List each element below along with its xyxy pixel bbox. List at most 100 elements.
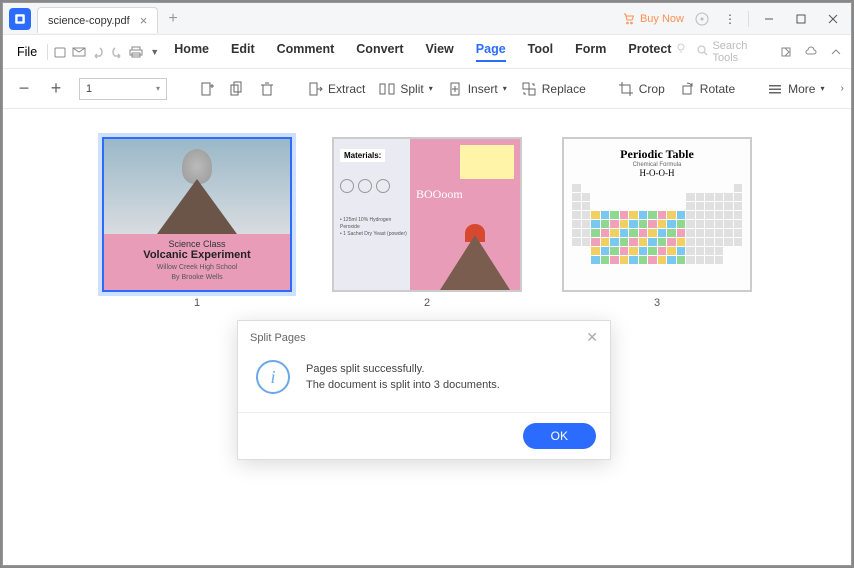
thumb-label-2: 2 xyxy=(424,297,430,309)
split-label: Split xyxy=(400,82,423,96)
mail-icon[interactable] xyxy=(71,44,86,60)
ok-button[interactable]: OK xyxy=(523,423,596,449)
tab-protect[interactable]: Protect xyxy=(628,42,671,62)
dialog-body: i Pages split successfully. The document… xyxy=(238,352,610,413)
rotate-icon xyxy=(679,81,695,97)
buy-now-label: Buy Now xyxy=(640,13,684,25)
more-icon xyxy=(767,81,783,97)
chevron-down-icon: ▾ xyxy=(429,84,433,93)
divider xyxy=(47,44,48,60)
delete-page-icon[interactable] xyxy=(259,81,275,97)
crop-icon xyxy=(618,81,634,97)
search-tools-label: Search Tools xyxy=(712,40,769,64)
tab-view[interactable]: View xyxy=(426,42,454,62)
document-tab[interactable]: science-copy.pdf × xyxy=(37,7,158,33)
thumb1-line1: Science Class xyxy=(109,239,285,249)
app-icon xyxy=(9,8,31,30)
page-thumbnail-1[interactable]: Science Class Volcanic Experiment Willow… xyxy=(102,137,292,292)
replace-button[interactable]: Replace xyxy=(521,81,586,97)
replace-icon xyxy=(521,81,537,97)
print-icon[interactable] xyxy=(128,44,143,60)
zoom-in-button[interactable]: + xyxy=(47,78,65,99)
dialog-line1: Pages split successfully. xyxy=(306,361,500,378)
chevron-down-icon: ▾ xyxy=(503,84,507,93)
buy-now-link[interactable]: Buy Now xyxy=(621,11,684,27)
tab-page[interactable]: Page xyxy=(476,42,506,62)
dialog-close-button[interactable]: ✕ xyxy=(586,329,598,346)
tab-close-icon[interactable]: × xyxy=(140,13,148,28)
maximize-button[interactable] xyxy=(789,7,813,31)
extract-label: Extract xyxy=(328,82,365,96)
menubar-right: Search Tools xyxy=(675,40,843,64)
cart-icon xyxy=(621,11,637,27)
periodic-formula: H-O-O-H xyxy=(572,168,742,178)
chevron-down-icon: ▾ xyxy=(156,84,160,93)
minimize-button[interactable] xyxy=(757,7,781,31)
search-icon xyxy=(697,45,708,59)
replace-label: Replace xyxy=(542,82,586,96)
ingredient-2: • 1 Sachet Dry Yeast (powder) xyxy=(340,231,408,238)
menu-tabs: Home Edit Comment Convert View Page Tool… xyxy=(174,42,671,62)
menubar: File ▼ Home Edit Comment Convert View Pa… xyxy=(3,35,851,69)
more-button[interactable]: More ▾ xyxy=(767,81,824,97)
collapse-icon[interactable] xyxy=(828,44,843,60)
file-menu[interactable]: File xyxy=(11,41,43,63)
rotate-label: Rotate xyxy=(700,82,735,96)
tab-edit[interactable]: Edit xyxy=(231,42,255,62)
insert-page-icon[interactable] xyxy=(199,81,215,97)
page-toolbar: − + 1 ▾ Extract Split ▾ xyxy=(3,69,851,109)
undo-icon[interactable] xyxy=(90,44,105,60)
thumb1-line2: Volcanic Experiment xyxy=(109,249,285,261)
thumb-wrap-1: Science Class Volcanic Experiment Willow… xyxy=(102,137,292,309)
split-pages-dialog: Split Pages ✕ i Pages split successfully… xyxy=(237,320,611,460)
insert-label: Insert xyxy=(468,82,498,96)
page-thumbnail-3[interactable]: Periodic Table Chemical Formula H-O-O-H xyxy=(562,137,752,292)
insert-button[interactable]: Insert ▾ xyxy=(447,81,507,97)
extract-button[interactable]: Extract xyxy=(307,81,365,97)
redo-icon[interactable] xyxy=(109,44,124,60)
boom-text: BOOoom xyxy=(416,187,463,202)
page-thumbnails: Science Class Volcanic Experiment Willow… xyxy=(19,137,835,309)
thumb1-line3: Willow Creek High School xyxy=(109,264,285,271)
lightbulb-icon[interactable] xyxy=(675,42,687,61)
cloud-icon[interactable] xyxy=(804,44,819,60)
divider xyxy=(748,11,749,27)
page-number-value: 1 xyxy=(86,83,92,95)
share-icon[interactable] xyxy=(779,44,794,60)
tab-form[interactable]: Form xyxy=(575,42,606,62)
tab-home[interactable]: Home xyxy=(174,42,209,62)
insert-icon xyxy=(447,81,463,97)
tab-tool[interactable]: Tool xyxy=(528,42,553,62)
dialog-line2: The document is split into 3 documents. xyxy=(306,377,500,394)
thumb-label-3: 3 xyxy=(654,297,660,309)
chevron-right-icon[interactable]: › xyxy=(841,81,844,97)
periodic-grid xyxy=(572,184,742,264)
crop-button[interactable]: Crop xyxy=(618,81,665,97)
zoom-out-button[interactable]: − xyxy=(15,78,33,99)
close-button[interactable] xyxy=(821,7,845,31)
thumb-label-1: 1 xyxy=(194,297,200,309)
materials-label: Materials: xyxy=(340,149,385,162)
thumb-wrap-2: Materials: • 125ml 10% Hydrogen Peroxide… xyxy=(332,137,522,309)
dialog-message: Pages split successfully. The document i… xyxy=(306,361,500,394)
crop-label: Crop xyxy=(639,82,665,96)
dialog-footer: OK xyxy=(238,413,610,459)
more-icon[interactable]: ⋮ xyxy=(720,9,740,29)
rotate-button[interactable]: Rotate xyxy=(679,81,735,97)
content-area: Science Class Volcanic Experiment Willow… xyxy=(3,109,851,565)
ingredient-1: • 125ml 10% Hydrogen Peroxide xyxy=(340,217,408,231)
search-tools[interactable]: Search Tools xyxy=(697,40,769,64)
new-tab-button[interactable]: + xyxy=(168,10,177,28)
page-thumbnail-2[interactable]: Materials: • 125ml 10% Hydrogen Peroxide… xyxy=(332,137,522,292)
extract-icon xyxy=(307,81,323,97)
page-number-input[interactable]: 1 ▾ xyxy=(79,78,167,100)
split-icon xyxy=(379,81,395,97)
open-icon[interactable] xyxy=(52,44,67,60)
more-label: More xyxy=(788,82,815,96)
tab-convert[interactable]: Convert xyxy=(356,42,403,62)
split-button[interactable]: Split ▾ xyxy=(379,81,432,97)
tab-comment[interactable]: Comment xyxy=(277,42,335,62)
chevron-down-icon[interactable]: ▼ xyxy=(147,44,162,60)
duplicate-page-icon[interactable] xyxy=(229,81,245,97)
settings-icon[interactable] xyxy=(692,9,712,29)
